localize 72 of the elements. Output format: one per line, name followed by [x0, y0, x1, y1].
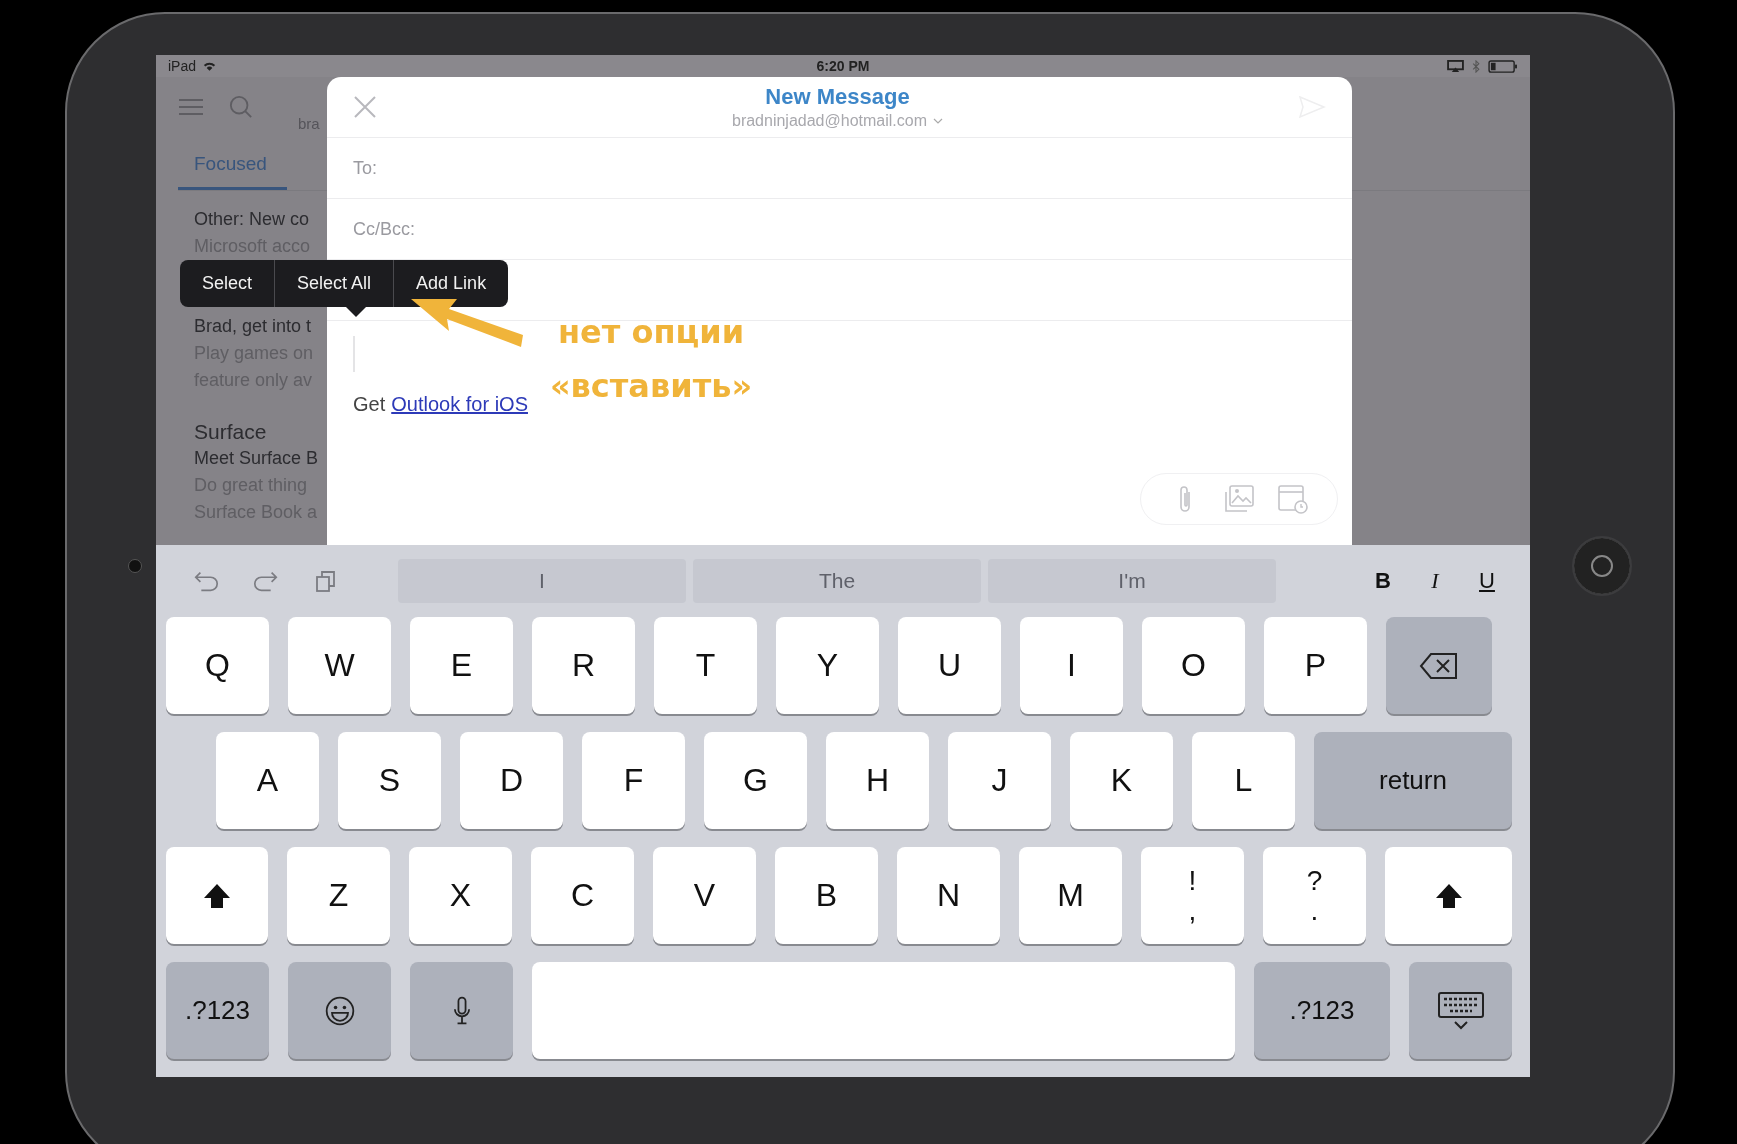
keyboard-icon: [1436, 990, 1485, 1031]
letter-key[interactable]: V: [653, 847, 756, 944]
message-sender[interactable]: Other: New co: [194, 206, 310, 233]
format-button[interactable]: B: [1368, 567, 1398, 595]
letter-key[interactable]: D: [460, 732, 563, 829]
annotation-text: «вставить»: [548, 366, 754, 407]
letter-key[interactable]: G: [704, 732, 807, 829]
edit-menu-item[interactable]: Select All: [275, 260, 395, 307]
camera-dot: [128, 559, 142, 573]
calendar-clock-icon[interactable]: [1277, 484, 1309, 514]
letter-key[interactable]: B: [775, 847, 878, 944]
battery-icon: [1488, 59, 1518, 73]
letter-key[interactable]: T: [654, 617, 757, 714]
shift-key[interactable]: [166, 847, 268, 944]
letter-key[interactable]: H: [826, 732, 929, 829]
suggestion[interactable]: I'm: [988, 559, 1276, 603]
chevron-down-icon[interactable]: [933, 118, 943, 124]
backspace-key[interactable]: [1386, 617, 1492, 714]
numbers-key[interactable]: .?123: [166, 962, 269, 1059]
edit-menu-item[interactable]: Add Link: [394, 260, 509, 307]
letter-key[interactable]: Q: [166, 617, 269, 714]
field-label: Cc/Bcc:: [353, 218, 415, 240]
bluetooth-icon: [1472, 59, 1480, 73]
letter-key[interactable]: U: [898, 617, 1001, 714]
letter-key[interactable]: S: [338, 732, 441, 829]
close-icon[interactable]: [353, 95, 377, 119]
letter-key[interactable]: N: [897, 847, 1000, 944]
message-sender[interactable]: Surface: [194, 418, 267, 445]
compose-title: New Message: [765, 84, 910, 110]
emoji-key[interactable]: [288, 962, 391, 1059]
message-sender[interactable]: Brad, get into t: [194, 313, 312, 340]
letter-key[interactable]: W: [288, 617, 391, 714]
letter-key[interactable]: Z: [287, 847, 390, 944]
hide-keyboard-key[interactable]: [1409, 962, 1512, 1059]
numbers-key[interactable]: .?123: [1254, 962, 1390, 1059]
format-button[interactable]: I: [1420, 567, 1450, 595]
signature-text: Get: [353, 393, 386, 416]
letter-key[interactable]: J: [948, 732, 1051, 829]
letter-key[interactable]: O: [1142, 617, 1245, 714]
punctuation-key[interactable]: ? .: [1263, 847, 1366, 944]
carrier-label: iPad: [168, 58, 197, 74]
clock: 6:20 PM: [816, 58, 870, 74]
edit-menu-item[interactable]: Select: [180, 260, 276, 307]
photos-icon[interactable]: [1223, 484, 1255, 514]
return-key[interactable]: return: [1314, 732, 1512, 829]
suggestion[interactable]: The: [693, 559, 981, 603]
search-icon[interactable]: [228, 95, 254, 119]
letter-key[interactable]: X: [409, 847, 512, 944]
redo-icon[interactable]: [252, 569, 280, 593]
wifi-icon: [202, 60, 218, 72]
field-label: To:: [353, 157, 377, 179]
format-button[interactable]: U: [1472, 567, 1502, 595]
annotation-text: нет опции: [556, 312, 746, 353]
punctuation-key[interactable]: ! ,: [1141, 847, 1244, 944]
message-subject: Meet Surface B: [194, 447, 319, 470]
letter-key[interactable]: M: [1019, 847, 1122, 944]
letter-key[interactable]: A: [216, 732, 319, 829]
letter-key[interactable]: I: [1020, 617, 1123, 714]
suggestion[interactable]: I: [398, 559, 686, 603]
letter-key[interactable]: C: [531, 847, 634, 944]
undo-icon[interactable]: [192, 569, 220, 593]
letter-key[interactable]: K: [1070, 732, 1173, 829]
dictation-key[interactable]: [410, 962, 513, 1059]
letter-key[interactable]: Y: [776, 617, 879, 714]
letter-key[interactable]: P: [1264, 617, 1367, 714]
letter-key[interactable]: R: [532, 617, 635, 714]
letter-key[interactable]: L: [1192, 732, 1295, 829]
outlook-link[interactable]: Outlook for iOS: [391, 393, 528, 416]
letter-key[interactable]: F: [582, 732, 685, 829]
letter-key[interactable]: E: [410, 617, 513, 714]
airplay-icon: [1447, 59, 1464, 73]
shift-key[interactable]: [1385, 847, 1512, 944]
